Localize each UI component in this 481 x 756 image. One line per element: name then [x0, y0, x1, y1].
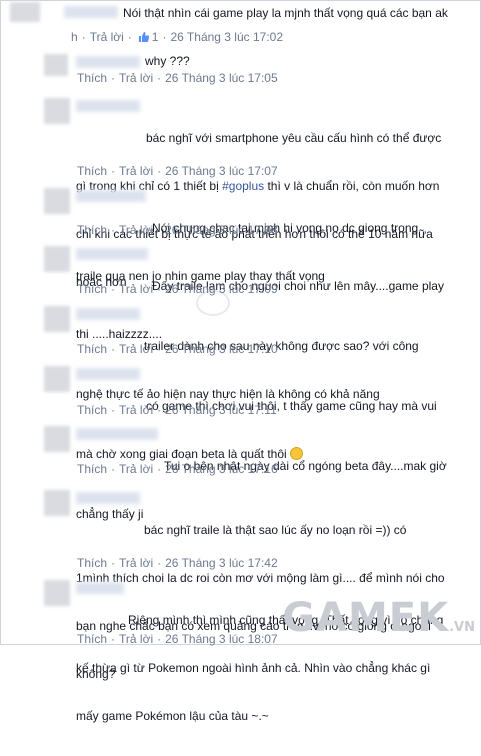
- avatar: [44, 188, 70, 214]
- avatar: [44, 306, 70, 332]
- like-link[interactable]: Thích: [77, 71, 107, 85]
- comment-1: Nói thật nhìn cái game play la mjnh thất…: [0, 0, 481, 46]
- comment-text: Nói thật nhìn cái game play la mjnh thất…: [123, 6, 448, 20]
- author-name: [64, 6, 118, 18]
- reply-link[interactable]: Trả lời: [119, 342, 153, 356]
- comment-2: why ??? Thích · Trả lời · 26 Tháng 3 lúc 17:…: [0, 46, 481, 92]
- comment-7: có game thì chơi vui thôi, t thấy game c…: [0, 362, 481, 461]
- timestamp[interactable]: 26 Tháng 3 lúc 17:10: [165, 342, 278, 356]
- like-link[interactable]: Thích: [77, 556, 107, 570]
- like-link[interactable]: Thích: [77, 342, 107, 356]
- gamek-watermark-logo: GAMEK.VN: [282, 595, 475, 641]
- watermark-main: GAMEK: [282, 595, 450, 641]
- comment-9: bác nghĩ traile là thật sao lúc ấy no lo…: [0, 484, 481, 681]
- comment-actions: Thích · Trả lời · 26 Tháng 3 lúc 17:07: [77, 164, 278, 178]
- avatar: [44, 246, 70, 272]
- watermark-suffix: .VN: [449, 620, 475, 635]
- like-link[interactable]: Thích: [77, 223, 107, 237]
- reply-link[interactable]: Trả lời: [90, 30, 124, 44]
- reply-link[interactable]: Trả lời: [119, 403, 153, 417]
- like-link[interactable]: Thích: [77, 164, 107, 178]
- like-link[interactable]: Thích: [77, 403, 107, 417]
- comment-3: bác nghĩ với smartphone yêu cầu cấu hình…: [0, 94, 481, 289]
- timestamp[interactable]: 26 Tháng 3 lúc 17:02: [170, 30, 283, 44]
- reply-link[interactable]: Trả lời: [119, 223, 153, 237]
- comment-actions: h · Trả lời · 1 · 26 Tháng 3 lúc 17:02: [71, 30, 284, 44]
- comment-6: trailer dành cho sau này không được sao?…: [0, 302, 481, 401]
- text-line: bác nghĩ với smartphone yêu cầu cấu hình…: [146, 131, 442, 145]
- comment-actions: Thích · Trả lời · 26 Tháng 3 lúc 18:07: [77, 632, 278, 646]
- timestamp[interactable]: 26 Tháng 3 lúc 18:07: [165, 632, 278, 646]
- text-line: bác nghĩ traile là thật sao lúc ấy no lo…: [144, 523, 407, 537]
- avatar: [44, 98, 70, 124]
- reply-link[interactable]: Trả lời: [119, 556, 153, 570]
- text-line: mấy game Pokémon lậu của tàu ~.~: [76, 709, 269, 723]
- reply-link[interactable]: Trả lời: [119, 164, 153, 178]
- timestamp[interactable]: 26 Tháng 3 lúc 17:08: [165, 223, 278, 237]
- comment-8: Tui o bên nhật ngày dài cổ ngóng beta đâ…: [0, 422, 481, 521]
- comment-text: why ???: [145, 54, 190, 68]
- like-link[interactable]: Thích: [77, 462, 107, 476]
- reply-link[interactable]: Trả lời: [119, 632, 153, 646]
- reply-link[interactable]: Trả lời: [119, 282, 153, 296]
- avatar: [44, 366, 70, 392]
- timestamp[interactable]: 26 Tháng 3 lúc 17:05: [165, 71, 278, 85]
- timestamp[interactable]: 26 Tháng 3 lúc 17:42: [165, 556, 278, 570]
- comment-actions: Thích · Trả lời · 26 Tháng 3 lúc 17:42: [77, 556, 278, 570]
- like-link[interactable]: Thích: [77, 282, 107, 296]
- author-name: [76, 56, 140, 68]
- comment-4: Nói chung chac tai mjnh hi vong no dc gi…: [0, 184, 481, 283]
- avatar: [44, 490, 70, 516]
- avatar: [44, 580, 70, 606]
- comment-5: Đấy traile lam cho nguoi choi như lên mâ…: [0, 242, 481, 341]
- comment-actions: Thích · Trả lời · 26 Tháng 3 lúc 17:08: [77, 223, 278, 237]
- reply-link[interactable]: Trả lời: [119, 71, 153, 85]
- timestamp[interactable]: 26 Tháng 3 lúc 17:09: [165, 282, 278, 296]
- comment-actions: Thích · Trả lời · 26 Tháng 3 lúc 17:11: [77, 403, 277, 417]
- avatar: [10, 2, 40, 22]
- like-link-partial[interactable]: h: [71, 30, 78, 44]
- timestamp[interactable]: 26 Tháng 3 lúc 17:11: [165, 403, 277, 417]
- comment-actions: Thích · Trả lời · 26 Tháng 3 lúc 17:05: [77, 71, 278, 85]
- like-count: 1: [136, 30, 158, 44]
- timestamp[interactable]: 26 Tháng 3 lúc 17:16: [165, 462, 278, 476]
- comment-actions: Thích · Trả lời · 26 Tháng 3 lúc 17:10: [77, 342, 278, 356]
- comment-actions: Thích · Trả lời · 26 Tháng 3 lúc 17:16: [77, 462, 278, 476]
- timestamp[interactable]: 26 Tháng 3 lúc 17:07: [165, 164, 278, 178]
- avatar: [44, 426, 70, 452]
- comment-actions: Thích · Trả lời · 26 Tháng 3 lúc 17:09: [77, 282, 278, 296]
- thumbs-up-icon: [138, 32, 149, 42]
- like-link[interactable]: Thích: [77, 632, 107, 646]
- avatar: [44, 54, 68, 76]
- text-line: kế thừa gì từ Pokemon ngoài hình ảnh cả.…: [76, 661, 431, 675]
- reply-link[interactable]: Trả lời: [119, 462, 153, 476]
